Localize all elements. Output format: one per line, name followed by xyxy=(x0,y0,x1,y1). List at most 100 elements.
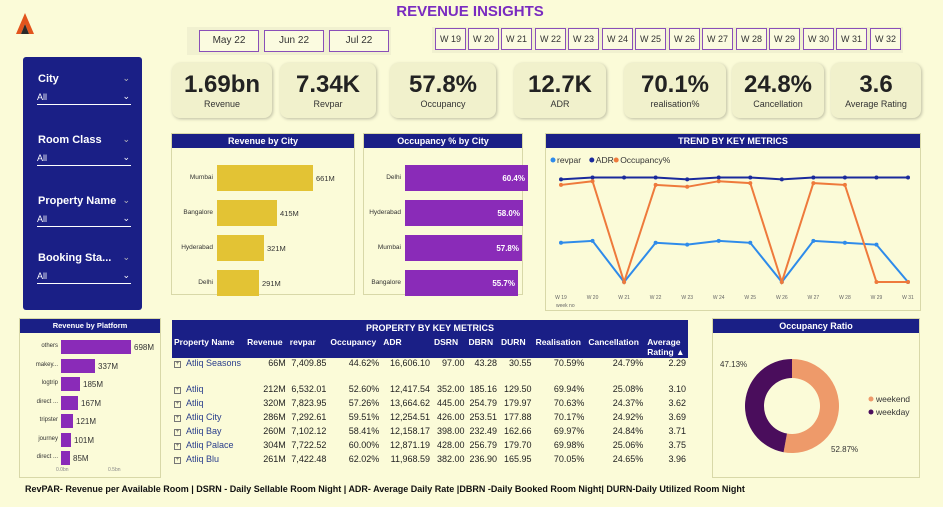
filter-sidebar: City ⌄ All ⌄ Room Class ⌄ All ⌄ Property N… xyxy=(23,57,142,310)
expand-icon[interactable]: + xyxy=(174,415,181,422)
week-button[interactable]: W 28 xyxy=(736,28,767,50)
table-cell: 69.98% xyxy=(553,440,585,450)
column-header[interactable]: Revenue xyxy=(245,336,288,358)
kpi-card-occupancy: 57.8% Occupancy xyxy=(390,63,496,118)
column-header[interactable]: revpar xyxy=(287,336,329,358)
bar-label: direct ... xyxy=(36,398,58,405)
x-tick: W 22 xyxy=(650,295,662,301)
table-cell: 97.00 xyxy=(442,358,465,368)
column-header[interactable]: Realisation xyxy=(533,336,587,358)
bar xyxy=(217,200,277,226)
table-cell: 62.02% xyxy=(348,454,380,464)
table-cell: 24.37% xyxy=(612,398,644,408)
week-button[interactable]: W 20 xyxy=(468,28,499,50)
kpi-value: 24.8% xyxy=(743,71,813,98)
table-cell: 286M xyxy=(263,412,286,422)
column-header[interactable]: DBRN xyxy=(466,336,500,358)
week-button[interactable]: W 27 xyxy=(702,28,733,50)
table-cell: 232.49 xyxy=(469,426,498,436)
table-cell: 25.06% xyxy=(612,440,644,450)
month-button[interactable]: Jul 22 xyxy=(329,30,389,52)
table-row[interactable]: + Atliq Bay 260M 7,102.12 58.41% 12,158.17 398… xyxy=(172,424,688,438)
svg-text:ADR: ADR xyxy=(596,155,614,165)
x-tick: W 19 xyxy=(555,295,567,301)
week-button[interactable]: W 29 xyxy=(769,28,800,50)
table-cell: 24.92% xyxy=(612,412,644,422)
booking-status-dropdown[interactable]: All ⌄ xyxy=(37,270,131,284)
column-header[interactable]: DURN xyxy=(499,336,534,358)
table-cell: 57.26% xyxy=(348,398,380,408)
x-tick: W 26 xyxy=(776,295,788,301)
kpi-card-adr: 12.7K ADR xyxy=(514,63,606,118)
expand-icon[interactable]: + xyxy=(174,443,181,450)
expand-icon[interactable]: + xyxy=(174,401,181,408)
table-cell: 25.08% xyxy=(612,384,644,394)
kpi-value: 1.69bn xyxy=(183,71,261,98)
donut-slice xyxy=(744,359,792,453)
table-row[interactable]: + Atliq 212M 6,532.01 52.60% 12,417.54 352.00 1… xyxy=(172,382,688,396)
column-header[interactable]: Cancellation xyxy=(586,336,646,358)
column-header[interactable]: Occupancy xyxy=(328,336,382,358)
chevron-down-icon[interactable]: ⌄ xyxy=(122,134,130,145)
table-row[interactable]: + Atliq Blu 261M 7,422.48 62.02% 11,968.59 382… xyxy=(172,452,688,466)
bar-label: Delhi xyxy=(198,279,213,286)
week-button[interactable]: W 21 xyxy=(501,28,532,50)
week-button[interactable]: W 25 xyxy=(635,28,666,50)
week-button[interactable]: W 26 xyxy=(669,28,700,50)
table-cell: 12,158.17 xyxy=(389,426,430,436)
expand-icon[interactable]: + xyxy=(174,457,181,464)
legend-item[interactable]: revpar xyxy=(550,155,582,165)
table-row[interactable]: + Atliq 320M 7,823.95 57.26% 13,664.62 445.00 2… xyxy=(172,396,688,410)
x-tick: W 29 xyxy=(871,295,883,301)
column-header[interactable]: Average Rating ▲ xyxy=(645,336,688,358)
chevron-down-icon: ⌄ xyxy=(122,270,130,280)
table-row[interactable]: + Atliq City 286M 7,292.61 59.51% 12,254.51 42… xyxy=(172,410,688,424)
month-button[interactable]: May 22 xyxy=(199,30,259,52)
bar xyxy=(61,377,80,391)
week-button[interactable]: W 32 xyxy=(870,28,901,50)
week-button[interactable]: W 30 xyxy=(803,28,834,50)
week-button[interactable]: W 23 xyxy=(568,28,599,50)
week-button[interactable]: W 24 xyxy=(602,28,633,50)
table-cell: 66M xyxy=(268,358,286,368)
legend-item[interactable]: ADR xyxy=(589,155,614,165)
table-cell: 3.62 xyxy=(668,398,686,408)
column-header[interactable]: DSRN xyxy=(432,336,467,358)
city-dropdown[interactable]: All ⌄ xyxy=(37,91,131,105)
expand-icon[interactable]: + xyxy=(174,429,181,436)
property-name-dropdown[interactable]: All ⌄ xyxy=(37,213,131,227)
expand-icon[interactable]: + xyxy=(174,387,181,394)
bar-value: 57.8% xyxy=(496,244,519,253)
week-button[interactable]: W 19 xyxy=(435,28,466,50)
week-button[interactable]: W 31 xyxy=(836,28,867,50)
column-header[interactable]: ADR xyxy=(381,336,432,358)
expand-icon[interactable]: + xyxy=(174,361,181,368)
bar-label: makey... xyxy=(35,361,58,368)
table-row[interactable]: + Atliq Seasons 66M 7,409.85 44.62% 16,606.10… xyxy=(172,358,688,382)
bar-value: 121M xyxy=(76,417,97,426)
chevron-down-icon[interactable]: ⌄ xyxy=(122,73,130,84)
month-button[interactable]: Jun 22 xyxy=(264,30,324,52)
chevron-down-icon[interactable]: ⌄ xyxy=(122,195,130,206)
data-point xyxy=(622,280,627,284)
legend-item[interactable]: weekday xyxy=(868,407,911,417)
revenue-by-city-chart: Revenue by City Mumbai 661M Bangalore 415M H… xyxy=(171,133,355,296)
table-cell: 3.71 xyxy=(668,426,686,436)
table-row[interactable]: + Atliq Palace 304M 7,722.52 60.00% 12,871.19… xyxy=(172,438,688,452)
data-point xyxy=(716,179,721,184)
legend-item[interactable]: weekend xyxy=(868,394,911,404)
room-class-dropdown[interactable]: All ⌄ xyxy=(37,152,131,166)
chevron-down-icon[interactable]: ⌄ xyxy=(122,252,130,263)
table-cell: 60.00% xyxy=(348,440,380,450)
kpi-label: Occupancy xyxy=(420,99,466,109)
data-point xyxy=(590,179,595,184)
data-point xyxy=(716,175,721,180)
legend-item[interactable]: Occupancy% xyxy=(613,155,671,165)
week-button[interactable]: W 22 xyxy=(535,28,566,50)
property-name: Atliq City xyxy=(186,412,222,422)
property-name-cell: + Atliq Blu xyxy=(172,452,245,466)
column-header[interactable]: Property Name xyxy=(172,336,246,358)
trend-plot: revpar ADR Occupancy% W 19 W 20 W 21 W 22 W 23 W… xyxy=(550,155,914,309)
panel-title: Revenue by Platform xyxy=(20,319,160,333)
data-point xyxy=(559,240,563,245)
